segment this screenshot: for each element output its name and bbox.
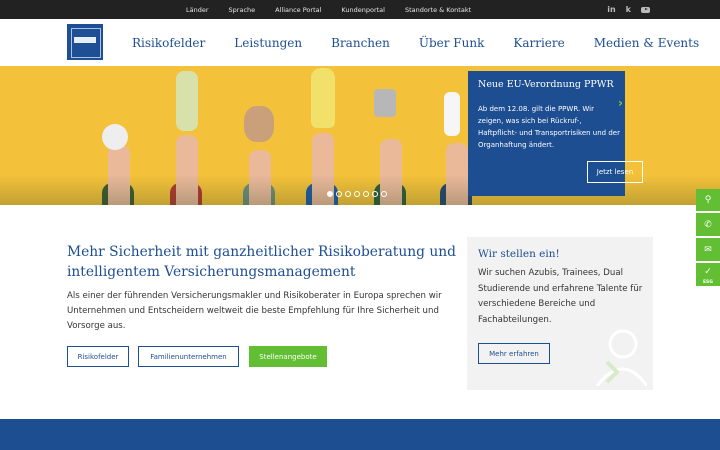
utility-links: Länder Sprache Alliance Portal Kundenpor… <box>186 0 491 19</box>
nav-item-leistungen[interactable]: Leistungen <box>234 36 302 50</box>
esg-icon: ✓ <box>704 267 712 277</box>
mail-icon: ✉ <box>704 244 712 255</box>
jobs-teaser-card: Wir stellen ein! Wir suchen Azubis, Trai… <box>467 237 653 390</box>
youtube-icon[interactable] <box>641 6 650 13</box>
nav-item-risikofelder[interactable]: Risikofelder <box>132 36 205 50</box>
slider-dot[interactable] <box>336 191 342 197</box>
nav-item-branchen[interactable]: Branchen <box>331 36 390 50</box>
utility-link-standorte-kontakt[interactable]: Standorte & Kontakt <box>405 6 471 14</box>
hero-teaser-card: Neue EU-Verordnung PPWR › Ab dem 12.08. … <box>468 71 643 196</box>
jobs-text: Wir suchen Azubis, Trainees, Dual Studie… <box>478 268 643 325</box>
main-navigation: Risikofelder Leistungen Branchen Über Fu… <box>0 19 720 66</box>
stellenangebote-button[interactable]: Stellenangebote <box>249 346 327 367</box>
hero-card-title: Neue EU-Verordnung PPWR <box>478 79 614 90</box>
mehr-erfahren-button[interactable]: Mehr erfahren <box>478 343 550 364</box>
slider-dot[interactable] <box>345 191 351 197</box>
person-outline-icon <box>595 329 647 386</box>
utility-bar: Länder Sprache Alliance Portal Kundenpor… <box>0 0 720 19</box>
main-menu: Risikofelder Leistungen Branchen Über Fu… <box>132 19 720 66</box>
sidebar-search[interactable]: ⚲ <box>696 189 720 211</box>
esg-label: ESG <box>702 280 713 285</box>
page-headline: Mehr Sicherheit mit ganzheitlicher Risik… <box>67 244 456 280</box>
kununu-icon[interactable]: k <box>626 5 631 14</box>
social-links: in k <box>607 0 650 19</box>
utility-link-alliance-portal[interactable]: Alliance Portal <box>275 6 321 14</box>
slider-dot[interactable] <box>363 191 369 197</box>
jobs-title: Wir stellen ein! <box>478 248 560 260</box>
jetzt-lesen-button[interactable]: Jetzt lesen <box>587 161 643 183</box>
phone-icon: ✆ <box>704 219 712 230</box>
sidebar-mail[interactable]: ✉ <box>696 238 720 261</box>
slider-dot[interactable] <box>354 191 360 197</box>
sidebar-esg[interactable]: ✓ ESG <box>696 263 720 286</box>
utility-link-laender[interactable]: Länder <box>186 6 209 14</box>
nav-item-medien-events[interactable]: Medien & Events <box>594 36 699 50</box>
utility-link-kundenportal[interactable]: Kundenportal <box>341 6 385 14</box>
risikofelder-button[interactable]: Risikofelder <box>67 346 129 367</box>
funk-logo[interactable] <box>67 24 103 60</box>
intro-text: Als einer der führenden Versicherungsmak… <box>67 291 442 331</box>
familienunternehmen-button[interactable]: Familienunternehmen <box>138 346 239 367</box>
utility-link-sprache[interactable]: Sprache <box>229 6 256 14</box>
search-icon: ⚲ <box>704 195 712 205</box>
sidebar-phone[interactable]: ✆ <box>696 213 720 236</box>
slider-pagination <box>327 191 387 197</box>
nav-item-karriere[interactable]: Karriere <box>513 36 564 50</box>
slider-dot[interactable] <box>372 191 378 197</box>
linkedin-icon[interactable]: in <box>607 5 615 14</box>
nav-item-ueber-funk[interactable]: Über Funk <box>419 36 485 50</box>
slider-dot[interactable] <box>327 191 333 197</box>
hero-card-text: Ab dem 12.08. gilt die PPWR. Wir zeigen,… <box>478 105 620 149</box>
footer-band <box>0 419 720 450</box>
slider-dot[interactable] <box>381 191 387 197</box>
